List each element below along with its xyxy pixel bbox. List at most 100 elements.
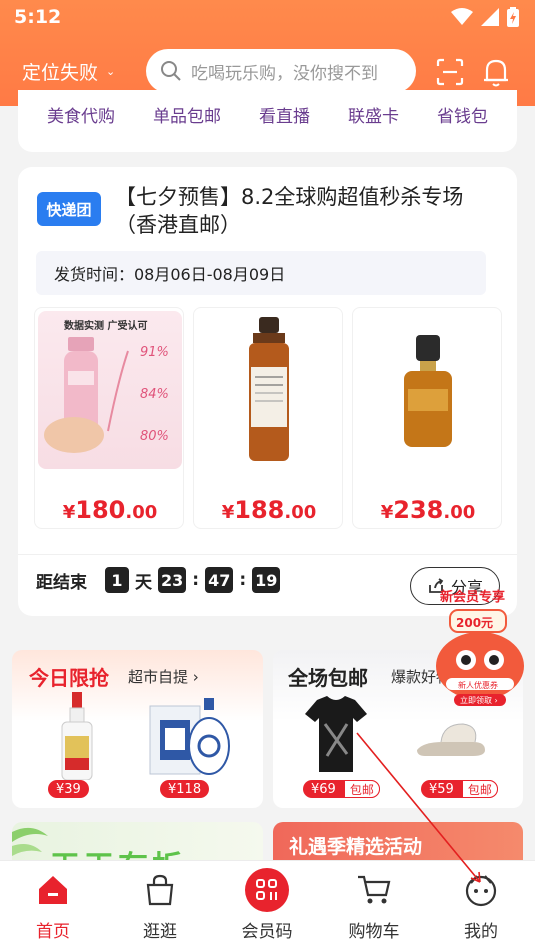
countdown-seconds: 19 [252, 567, 281, 593]
countdown-minutes: 47 [205, 567, 234, 593]
status-bar: 5:12 [0, 0, 535, 36]
price-tag-value: ¥59 [429, 781, 454, 797]
signal-icon [481, 8, 499, 26]
price-yen: ¥ [62, 502, 76, 523]
tab-label: 我的 [464, 922, 498, 942]
product-price: ¥188.00 [194, 496, 344, 524]
float-sub: 新人优惠券 [458, 681, 498, 690]
product-image-serum [356, 311, 500, 469]
category-item[interactable]: 单品包邮 [153, 102, 221, 127]
liquor-box-image [149, 698, 230, 775]
new-member-float-promo[interactable]: 新会员专享 200元 新人优惠券 立即领取 › [426, 584, 534, 710]
price-dec: .00 [284, 502, 317, 523]
tab-label: 会员码 [241, 922, 293, 942]
chevron-down-icon: ⌄ [106, 65, 116, 78]
category-item[interactable]: 联盛卡 [348, 102, 399, 127]
product-list: 数据实测 广受认可 91% 84% 80% ¥180.00 ¥188.00 ¥2… [34, 307, 517, 533]
category-row: 美食代购 单品包邮 看直播 联盛卡 省钱包 [18, 102, 517, 127]
tab-member-code[interactable]: 会员码 [222, 868, 312, 942]
promo-title: 今日限抢 [29, 666, 109, 690]
today-flash-promo[interactable]: 今日限抢 超市自提 › ¥39 ¥118 [12, 650, 263, 808]
product-image-kiehls [197, 311, 341, 469]
search-icon [161, 61, 181, 81]
location-label: 定位失败 [22, 62, 99, 84]
product-price: ¥238.00 [353, 496, 503, 524]
price-yen: ¥ [221, 502, 235, 523]
price-tag: ¥118 [160, 780, 210, 798]
price-int: 238 [393, 496, 444, 524]
category-item[interactable]: 美食代购 [47, 102, 115, 127]
category-card: 美食代购 单品包邮 看直播 联盛卡 省钱包 [18, 90, 517, 152]
member-code-icon [245, 868, 289, 912]
tab-label: 购物车 [348, 922, 400, 942]
image-caption: 数据实测 广受认可 [64, 321, 148, 332]
serum-bottle-graphic [404, 335, 452, 447]
product-card[interactable]: 数据实测 广受认可 91% 84% 80% ¥180.00 [34, 307, 184, 529]
sandal-image [417, 723, 485, 756]
location-selector[interactable]: 定位失败 ⌄ [22, 58, 115, 85]
stat-value: 84% [140, 387, 169, 402]
category-item[interactable]: 省钱包 [437, 102, 488, 127]
stat-value: 80% [140, 429, 169, 444]
scan-icon[interactable] [435, 57, 465, 87]
status-time: 5:12 [14, 6, 62, 28]
flash-sale-card[interactable]: 快递团 【七夕预售】8.2全球购超值秒杀专场（香港直邮） 发货时间：08月06日… [18, 167, 517, 616]
product-card[interactable]: ¥238.00 [352, 307, 502, 529]
kiehls-bottle-graphic [249, 317, 289, 461]
category-item[interactable]: 看直播 [259, 102, 310, 127]
product-card[interactable]: ¥188.00 [193, 307, 343, 529]
countdown-days: 1 [105, 567, 129, 593]
cart-icon [358, 875, 391, 904]
price-tag-value: ¥69 [311, 781, 336, 797]
tab-cart[interactable]: 购物车 [329, 869, 419, 942]
countdown-separator: : [192, 570, 200, 590]
tab-home[interactable]: 首页 [8, 869, 98, 942]
express-badge: 快递团 [37, 192, 101, 226]
promo-title: 全场包邮 [288, 666, 368, 690]
status-icons [451, 7, 519, 27]
float-cta[interactable]: 立即领取 › [460, 695, 498, 706]
countdown-label: 距结束 [36, 572, 87, 593]
tab-explore[interactable]: 逛逛 [115, 869, 205, 942]
wifi-icon [451, 8, 473, 25]
price-tag: ¥39 [48, 780, 89, 798]
product-image-toner: 数据实测 广受认可 91% 84% 80% [38, 311, 182, 469]
search-input[interactable]: 吃喝玩乐购，没你搜不到 [146, 49, 416, 93]
shipping-time: 发货时间：08月06日-08月09日 [36, 251, 486, 295]
search-placeholder: 吃喝玩乐购，没你搜不到 [191, 63, 378, 84]
bottom-tab-bar: 首页 逛逛 会员码 购物车 我的 [0, 860, 535, 951]
price-yen: ¥ [380, 502, 394, 523]
price-tag-value: ¥118 [168, 781, 202, 797]
tab-label: 首页 [36, 922, 70, 942]
price-int: 180 [75, 496, 126, 524]
shipping-time-label: 发货时间：08月06日-08月09日 [54, 265, 286, 284]
stat-value: 91% [140, 345, 169, 360]
countdown-separator: : [239, 570, 247, 590]
bag-icon [146, 874, 174, 906]
home-icon [39, 876, 67, 904]
countdown-hours: 23 [158, 567, 187, 593]
price-tag: ¥69 包邮 [303, 780, 380, 798]
promo-subtitle[interactable]: 超市自提 › [128, 666, 199, 687]
price-dec: .00 [443, 502, 476, 523]
product-price: ¥180.00 [35, 496, 185, 524]
baijiu-bottle-image [61, 692, 93, 780]
bell-icon[interactable] [481, 56, 511, 88]
price-tag-value: ¥39 [56, 781, 81, 797]
free-shipping-badge: 包邮 [343, 780, 380, 798]
divider [18, 554, 517, 555]
countdown-day-unit: 天 [135, 572, 152, 593]
float-amount: 200元 [456, 616, 494, 630]
price-dec: .00 [125, 502, 158, 523]
countdown: 距结束 1 天 23 : 47 : 19 [36, 567, 281, 593]
price-tag: ¥59 包邮 [421, 780, 498, 798]
tshirt-image [305, 696, 367, 772]
free-shipping-badge: 包邮 [461, 780, 498, 798]
tab-label: 逛逛 [143, 922, 177, 942]
banner-right-text: 礼遇季精选活动 [289, 836, 423, 858]
battery-icon [507, 7, 519, 27]
tab-profile[interactable]: 我的 [436, 869, 526, 942]
profile-icon [465, 875, 497, 907]
card-title: 【七夕预售】8.2全球购超值秒杀专场（香港直邮） [115, 185, 464, 237]
price-int: 188 [234, 496, 285, 524]
